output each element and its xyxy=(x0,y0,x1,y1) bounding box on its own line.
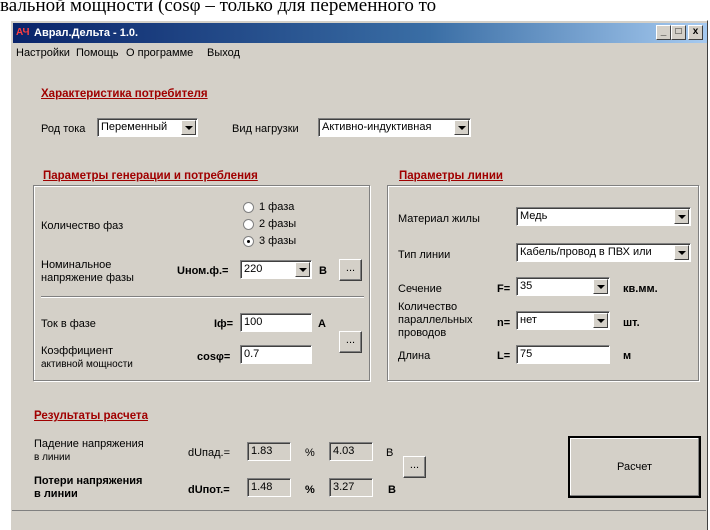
loss-volts-field: 3.27 xyxy=(329,478,373,497)
chevron-down-icon[interactable] xyxy=(295,262,310,277)
voltage-more-button[interactable]: ... xyxy=(339,259,362,281)
cos-symbol: cosφ= xyxy=(197,351,231,363)
material-select[interactable]: Медь xyxy=(516,207,691,226)
clipped-document-text: вальной мощности (cosφ – только для пере… xyxy=(0,0,437,16)
cos-label-line2: активной мощности xyxy=(41,359,133,370)
current-label: Ток в фазе xyxy=(41,318,96,330)
drop-volts-field: 4.03 xyxy=(329,442,373,461)
phase-option-1: 1 фаза xyxy=(259,201,295,213)
loss-label-line2: в линии xyxy=(34,488,78,500)
cos-input[interactable]: 0.7 xyxy=(240,345,312,364)
chevron-down-icon[interactable] xyxy=(674,209,689,224)
parallel-value: нет xyxy=(520,314,537,326)
current-type-label: Род тока xyxy=(41,123,86,135)
phase-radio-1[interactable] xyxy=(243,202,254,213)
parallel-label-line1: Количество xyxy=(398,301,458,313)
phase-radio-2[interactable] xyxy=(243,219,254,230)
voltage-unit: В xyxy=(319,265,327,277)
cos-label-line1: Коэффициент xyxy=(41,345,114,357)
menu-help[interactable]: Помощь xyxy=(76,47,119,59)
results-more-button[interactable]: ... xyxy=(403,456,426,478)
load-type-value: Активно-индуктивная xyxy=(322,121,432,133)
voltage-label-line2: напряжение фазы xyxy=(41,272,134,284)
voltage-select[interactable]: 220 xyxy=(240,260,312,279)
parallel-label-line2: параллельных xyxy=(398,314,473,326)
parallel-label-line3: проводов xyxy=(398,327,447,339)
drop-volt-unit: В xyxy=(386,447,394,459)
linetype-select[interactable]: Кабель/провод в ПВХ или xyxy=(516,243,691,262)
menu-about[interactable]: О программе xyxy=(126,47,193,59)
consumer-section-title: Характеристика потребителя xyxy=(41,88,208,100)
drop-percent-field: 1.83 xyxy=(247,442,291,461)
length-input[interactable]: 75 xyxy=(516,345,610,364)
loss-symbol: dUпот.= xyxy=(188,484,230,496)
menu-settings[interactable]: Настройки xyxy=(16,47,70,59)
section-symbol: F= xyxy=(497,283,511,295)
section-select[interactable]: 35 xyxy=(516,277,610,296)
chevron-down-icon[interactable] xyxy=(593,313,608,328)
app-icon: АЧ xyxy=(16,27,30,38)
chevron-down-icon[interactable] xyxy=(674,245,689,260)
loss-percent-unit: % xyxy=(305,484,315,496)
line-section-title: Параметры линии xyxy=(397,170,505,182)
generation-section-title: Параметры генерации и потребления xyxy=(41,170,260,182)
load-type-label: Вид нагрузки xyxy=(232,123,299,135)
length-label: Длина xyxy=(398,350,431,362)
parallel-symbol: n= xyxy=(497,317,511,329)
minimize-button[interactable]: _ xyxy=(656,25,671,40)
drop-percent-unit: % xyxy=(305,447,315,459)
calculate-button[interactable]: Расчет xyxy=(568,436,701,498)
current-input[interactable]: 100 xyxy=(240,313,312,332)
section-label: Сечение xyxy=(398,283,442,295)
voltage-symbol: Uном.ф.= xyxy=(177,265,229,277)
current-symbol: Iф= xyxy=(214,318,234,330)
length-symbol: L= xyxy=(497,350,511,362)
drop-label-line2: в линии xyxy=(34,452,71,463)
results-section-title: Результаты расчета xyxy=(34,410,148,422)
current-unit: А xyxy=(318,318,326,330)
phase-option-2: 2 фазы xyxy=(259,218,297,230)
close-button[interactable]: x xyxy=(688,25,703,40)
linetype-value: Кабель/провод в ПВХ или xyxy=(520,246,652,258)
maximize-button[interactable]: □ xyxy=(671,25,686,40)
material-label: Материал жилы xyxy=(398,213,480,225)
load-type-select[interactable]: Активно-индуктивная xyxy=(318,118,471,137)
phase-option-3: 3 фазы xyxy=(259,235,297,247)
section-value: 35 xyxy=(520,280,533,292)
drop-symbol: dUпад.= xyxy=(188,447,231,459)
window-title: Аврал.Дельта - 1.0. xyxy=(34,27,139,39)
current-type-select[interactable]: Переменный xyxy=(97,118,198,137)
chevron-down-icon[interactable] xyxy=(181,120,196,135)
voltage-label-line1: Номинальное xyxy=(41,259,112,271)
loss-percent-field: 1.48 xyxy=(247,478,291,497)
section-unit: кв.мм. xyxy=(623,283,658,295)
chevron-down-icon[interactable] xyxy=(454,120,469,135)
chevron-down-icon[interactable] xyxy=(593,279,608,294)
menu-exit[interactable]: Выход xyxy=(207,47,240,59)
linetype-label: Тип линии xyxy=(398,249,451,261)
voltage-value: 220 xyxy=(244,263,263,275)
drop-label-line1: Падение напряжения xyxy=(34,438,144,450)
current-type-value: Переменный xyxy=(101,121,168,133)
phase-radio-3[interactable] xyxy=(243,236,254,247)
loss-volt-unit: В xyxy=(388,484,396,496)
phases-label: Количество фаз xyxy=(41,220,124,232)
parallel-unit: шт. xyxy=(623,317,640,329)
material-value: Медь xyxy=(520,210,548,222)
length-unit: м xyxy=(623,350,632,362)
status-bar xyxy=(12,510,706,530)
parallel-select[interactable]: нет xyxy=(516,311,610,330)
current-more-button[interactable]: ... xyxy=(339,331,362,353)
loss-label-line1: Потери напряжения xyxy=(34,475,143,487)
divider xyxy=(41,296,364,298)
